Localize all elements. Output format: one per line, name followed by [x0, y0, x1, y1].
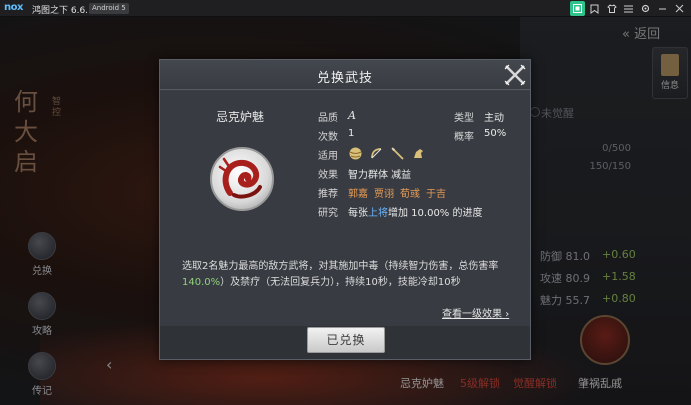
- desc-text: ）及禁疗（无法回复兵力），持续10秒，技能冷却10秒: [220, 277, 461, 288]
- more-link-label: 查看一级效果: [442, 309, 502, 320]
- research-highlight: 上将: [368, 208, 388, 219]
- dialog-title: 兑换武技: [316, 71, 373, 86]
- desc-text: 选取2名魅力最高的敌方武将，对其施加中毒（持续智力伤害，总伤害率: [182, 261, 499, 272]
- close-button[interactable]: [501, 61, 529, 89]
- close-window-icon[interactable]: [672, 1, 687, 16]
- times-value: 1: [348, 128, 355, 139]
- quality-label: 品质: [318, 113, 338, 124]
- applicable-weapons: [348, 146, 426, 161]
- research-suffix: 增加 10.00% 的进度: [388, 208, 483, 219]
- type-value: 主动: [484, 113, 504, 124]
- titlebar-controls: [570, 1, 687, 16]
- quality-value: A: [348, 109, 356, 122]
- times-label: 次数: [318, 132, 338, 143]
- bookmark-icon[interactable]: [587, 1, 602, 16]
- view-level1-effect-link[interactable]: 查看一级效果 ›: [442, 305, 509, 320]
- ball-icon: [349, 147, 362, 160]
- recommend-hero[interactable]: 荀彧: [400, 189, 420, 200]
- bow-icon: [371, 148, 382, 159]
- recommend-label: 推荐: [318, 189, 338, 200]
- desc-highlight: 140.0%: [182, 277, 221, 288]
- effect-label: 效果: [318, 170, 338, 181]
- skill-icon: [210, 147, 274, 211]
- shirt-icon[interactable]: [604, 1, 619, 16]
- recommend-hero[interactable]: 贾诩: [374, 189, 394, 200]
- spear-icon: [391, 147, 404, 160]
- dialog-header: 兑换武技: [160, 60, 530, 90]
- recommend-list: 郭嘉 贾诩 荀彧 于吉: [348, 185, 452, 200]
- gear-icon[interactable]: [638, 1, 653, 16]
- research-prefix: 每张: [348, 208, 368, 219]
- recommend-hero[interactable]: 郭嘉: [348, 189, 368, 200]
- menu-icon[interactable]: [621, 1, 636, 16]
- redeem-skill-dialog: 兑换武技 忌克妒魅 品质 A 类型 主动 次数 1 概率 50% 适用 效果 智…: [159, 59, 531, 360]
- keyboard-icon[interactable]: [570, 1, 585, 16]
- probability-value: 50%: [484, 128, 507, 139]
- redeemed-button[interactable]: 已兑换: [307, 327, 385, 353]
- red-swirl-icon: [218, 157, 262, 199]
- effect-value: 智力群体 减益: [348, 170, 412, 181]
- probability-label: 概率: [454, 132, 474, 143]
- type-label: 类型: [454, 113, 474, 124]
- close-icon: [504, 64, 526, 86]
- emulator-titlebar: nox 鸿图之下 6.6.1.2 Android 5: [0, 0, 691, 17]
- horse-icon: [414, 149, 423, 158]
- minimize-icon[interactable]: [655, 1, 670, 16]
- dialog-body: 忌克妒魅 品质 A 类型 主动 次数 1 概率 50% 适用 效果 智力群体 减…: [160, 91, 530, 326]
- research-value: 每张上将增加 10.00% 的进度: [348, 204, 483, 219]
- research-label: 研究: [318, 208, 338, 219]
- recommend-hero[interactable]: 于吉: [426, 189, 446, 200]
- skill-description: 选取2名魅力最高的敌方武将，对其施加中毒（持续智力伤害，总伤害率 140.0%）及…: [182, 259, 522, 291]
- chevron-right-icon: ›: [505, 309, 510, 320]
- skill-name: 忌克妒魅: [215, 110, 264, 124]
- android-version-badge: Android 5: [89, 3, 129, 14]
- nox-logo: nox: [4, 2, 23, 13]
- applicable-label: 适用: [318, 151, 338, 162]
